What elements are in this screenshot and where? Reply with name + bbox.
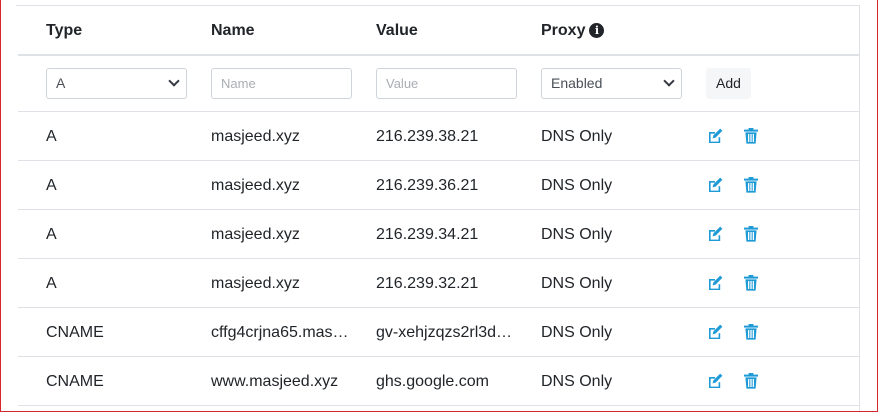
record-type: A [46, 226, 57, 243]
header-type: Type [46, 22, 83, 39]
record-value: gv-xehjzqzs2rl3d… [376, 324, 513, 341]
record-value: 216.239.32.21 [376, 275, 479, 292]
chevron-down-icon [168, 75, 180, 87]
record-proxy: DNS Only [541, 128, 613, 145]
header-proxy-label: Proxy [541, 22, 586, 39]
record-type: CNAME [46, 373, 104, 390]
record-type: A [46, 128, 57, 145]
value-input[interactable]: Value [376, 68, 517, 99]
trash-icon[interactable] [742, 372, 760, 390]
record-name: cffg4crjna65.mas… [211, 324, 349, 341]
record-value: 216.239.38.21 [376, 128, 479, 145]
header-proxy: Proxy i [541, 21, 605, 41]
table-header: Type Name Value Proxy i [18, 5, 859, 56]
type-select[interactable]: A [46, 68, 187, 99]
record-proxy: DNS Only [541, 275, 613, 292]
edit-icon[interactable] [706, 127, 724, 145]
record-proxy: DNS Only [541, 177, 613, 194]
record-name: masjeed.xyz [211, 128, 300, 145]
table-row: CNAME www.masjeed.xyz ghs.google.com DNS On… [18, 357, 859, 406]
chevron-down-icon [663, 75, 675, 87]
table-row: CNAME cffg4crjna65.mas… gv-xehjzqzs2rl3d… D… [18, 308, 859, 357]
record-type: CNAME [46, 324, 104, 341]
record-type: A [46, 177, 57, 194]
record-proxy: DNS Only [541, 324, 613, 341]
table-row: Amasjeed.xyz 216.239.38.21 DNS Only [18, 112, 859, 161]
record-type: A [46, 275, 57, 292]
edit-icon[interactable] [706, 372, 724, 390]
record-proxy: DNS Only [541, 226, 613, 243]
record-name: masjeed.xyz [211, 226, 300, 243]
trash-icon[interactable] [742, 323, 760, 341]
add-record-form: A Name Value Enabled Add [18, 56, 859, 112]
edit-icon[interactable] [706, 225, 724, 243]
record-value: ghs.google.com [376, 373, 489, 390]
trash-icon[interactable] [742, 274, 760, 292]
name-input[interactable]: Name [211, 68, 352, 99]
proxy-select[interactable]: Enabled [541, 68, 682, 99]
record-value: 216.239.34.21 [376, 226, 479, 243]
header-value: Value [376, 22, 418, 39]
proxy-select-value: Enabled [551, 75, 603, 91]
edit-icon[interactable] [706, 323, 724, 341]
trash-icon[interactable] [742, 225, 760, 243]
info-circle-icon[interactable]: i [589, 23, 605, 38]
header-name: Name [211, 22, 255, 39]
add-button[interactable]: Add [706, 68, 751, 99]
record-name: www.masjeed.xyz [211, 373, 339, 390]
table-row: Amasjeed.xyz 216.239.34.21 DNS Only [18, 210, 859, 259]
trash-icon[interactable] [742, 176, 760, 194]
record-value: 216.239.36.21 [376, 177, 479, 194]
record-proxy: DNS Only [541, 373, 613, 390]
edit-icon[interactable] [706, 176, 724, 194]
record-name: masjeed.xyz [211, 275, 300, 292]
type-select-value: A [56, 75, 66, 91]
table-row: Amasjeed.xyz 216.239.36.21 DNS Only [18, 161, 859, 210]
edit-icon[interactable] [706, 274, 724, 292]
trash-icon[interactable] [742, 127, 760, 145]
record-name: masjeed.xyz [211, 177, 300, 194]
table-row: Amasjeed.xyz 216.239.32.21 DNS Only [18, 259, 859, 308]
